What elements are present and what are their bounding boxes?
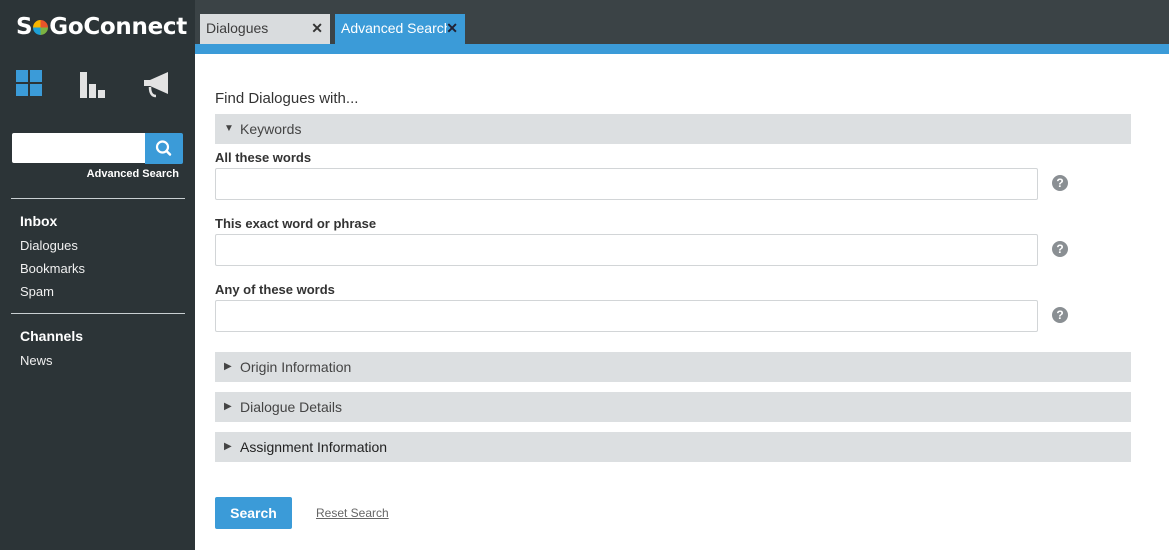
any-words-label: Any of these words bbox=[215, 282, 335, 297]
nav-icons bbox=[0, 70, 195, 100]
caret-right-icon: ▶ bbox=[224, 361, 232, 372]
advanced-search-link[interactable]: Advanced Search bbox=[87, 168, 179, 180]
inbox-heading[interactable]: Inbox bbox=[20, 213, 57, 229]
sidebar-divider bbox=[11, 198, 185, 199]
sidebar-item-dialogues[interactable]: Dialogues bbox=[20, 238, 78, 253]
sidebar-item-news[interactable]: News bbox=[20, 353, 53, 368]
tab-label: Dialogues bbox=[206, 20, 269, 36]
channels-heading[interactable]: Channels bbox=[20, 328, 83, 344]
reset-search-link[interactable]: Reset Search bbox=[316, 506, 389, 520]
caret-right-icon: ▶ bbox=[224, 441, 232, 452]
help-icon[interactable]: ? bbox=[1052, 175, 1068, 191]
tab-advanced-search[interactable]: Advanced Search ✕ bbox=[335, 14, 465, 44]
help-icon[interactable]: ? bbox=[1052, 307, 1068, 323]
sidebar-item-bookmarks[interactable]: Bookmarks bbox=[20, 261, 85, 276]
exact-phrase-label: This exact word or phrase bbox=[215, 216, 377, 231]
page-title: Find Dialogues with... bbox=[215, 90, 359, 107]
tab-label: Advanced Search bbox=[341, 20, 447, 36]
section-title: Keywords bbox=[240, 121, 302, 137]
close-icon[interactable]: ✕ bbox=[311, 14, 323, 43]
keywords-section-header[interactable]: ▼ Keywords bbox=[215, 114, 1131, 144]
logo-mark-icon bbox=[33, 20, 49, 35]
dialogue-details-section[interactable]: ▶ Dialogue Details bbox=[215, 392, 1131, 422]
logo[interactable]: S GoConnect bbox=[16, 14, 187, 40]
sidebar-search-input[interactable] bbox=[12, 133, 145, 163]
sidebar-item-spam[interactable]: Spam bbox=[20, 284, 54, 299]
bar-chart-icon[interactable] bbox=[80, 70, 106, 98]
assignment-information-section[interactable]: ▶ Assignment Information bbox=[215, 432, 1131, 462]
origin-information-section[interactable]: ▶ Origin Information bbox=[215, 352, 1131, 382]
section-title: Dialogue Details bbox=[240, 399, 342, 415]
caret-right-icon: ▶ bbox=[224, 401, 232, 412]
tab-underline bbox=[195, 44, 1169, 54]
logo-suffix: GoConnect bbox=[49, 14, 187, 40]
all-words-label: All these words bbox=[215, 150, 312, 165]
sidebar-divider bbox=[11, 313, 185, 314]
logo-prefix: S bbox=[16, 14, 33, 40]
section-title: Origin Information bbox=[240, 359, 352, 375]
dashboard-grid-icon[interactable] bbox=[16, 70, 42, 96]
caret-down-icon: ▼ bbox=[224, 123, 234, 134]
tab-dialogues[interactable]: Dialogues ✕ bbox=[200, 14, 330, 44]
all-words-input[interactable] bbox=[215, 168, 1038, 200]
sidebar-search-button[interactable] bbox=[145, 133, 183, 164]
help-icon[interactable]: ? bbox=[1052, 241, 1068, 257]
exact-phrase-input[interactable] bbox=[215, 234, 1038, 266]
section-title: Assignment Information bbox=[240, 439, 388, 455]
search-icon bbox=[155, 140, 172, 156]
sidebar: S GoConnect Advanced Search Inbox Dialogu… bbox=[0, 0, 195, 550]
close-icon[interactable]: ✕ bbox=[446, 14, 458, 43]
megaphone-icon[interactable] bbox=[142, 70, 172, 98]
search-button[interactable]: Search bbox=[215, 497, 292, 529]
any-words-input[interactable] bbox=[215, 300, 1038, 332]
